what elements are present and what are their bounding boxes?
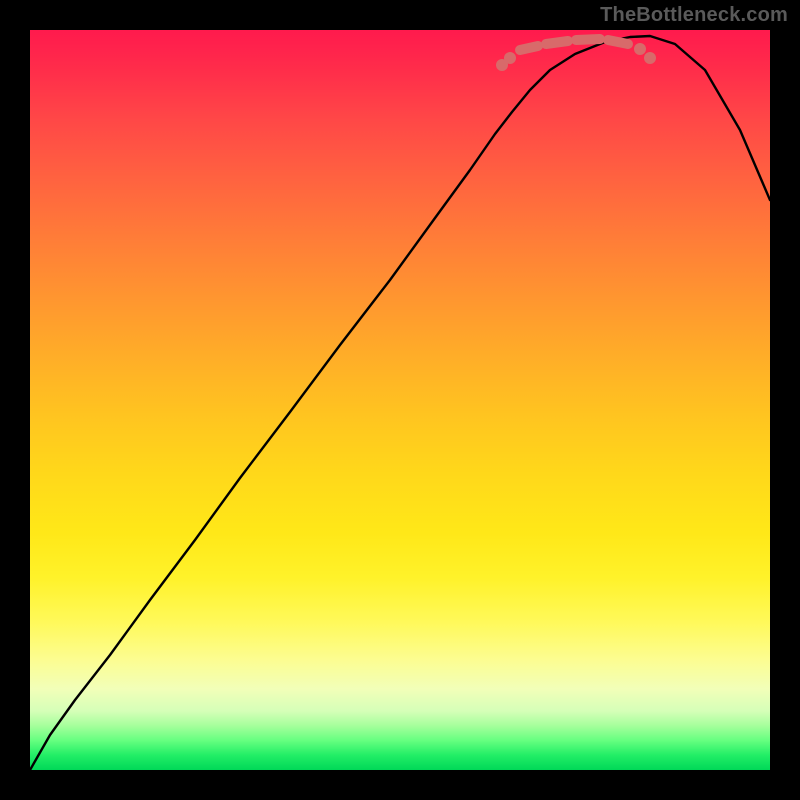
marker-dash (576, 39, 600, 40)
marker-dot (504, 52, 516, 64)
plot-area (30, 30, 770, 770)
marker-dash (520, 46, 538, 50)
marker-dot (644, 52, 656, 64)
bottleneck-curve (30, 36, 770, 770)
marker-dash (608, 40, 628, 44)
marker-dash (546, 41, 568, 44)
bottleneck-markers (496, 39, 656, 71)
chart-frame: TheBottleneck.com (0, 0, 800, 800)
watermark-text: TheBottleneck.com (600, 4, 788, 27)
marker-dot (634, 43, 646, 55)
chart-overlay (30, 30, 770, 770)
